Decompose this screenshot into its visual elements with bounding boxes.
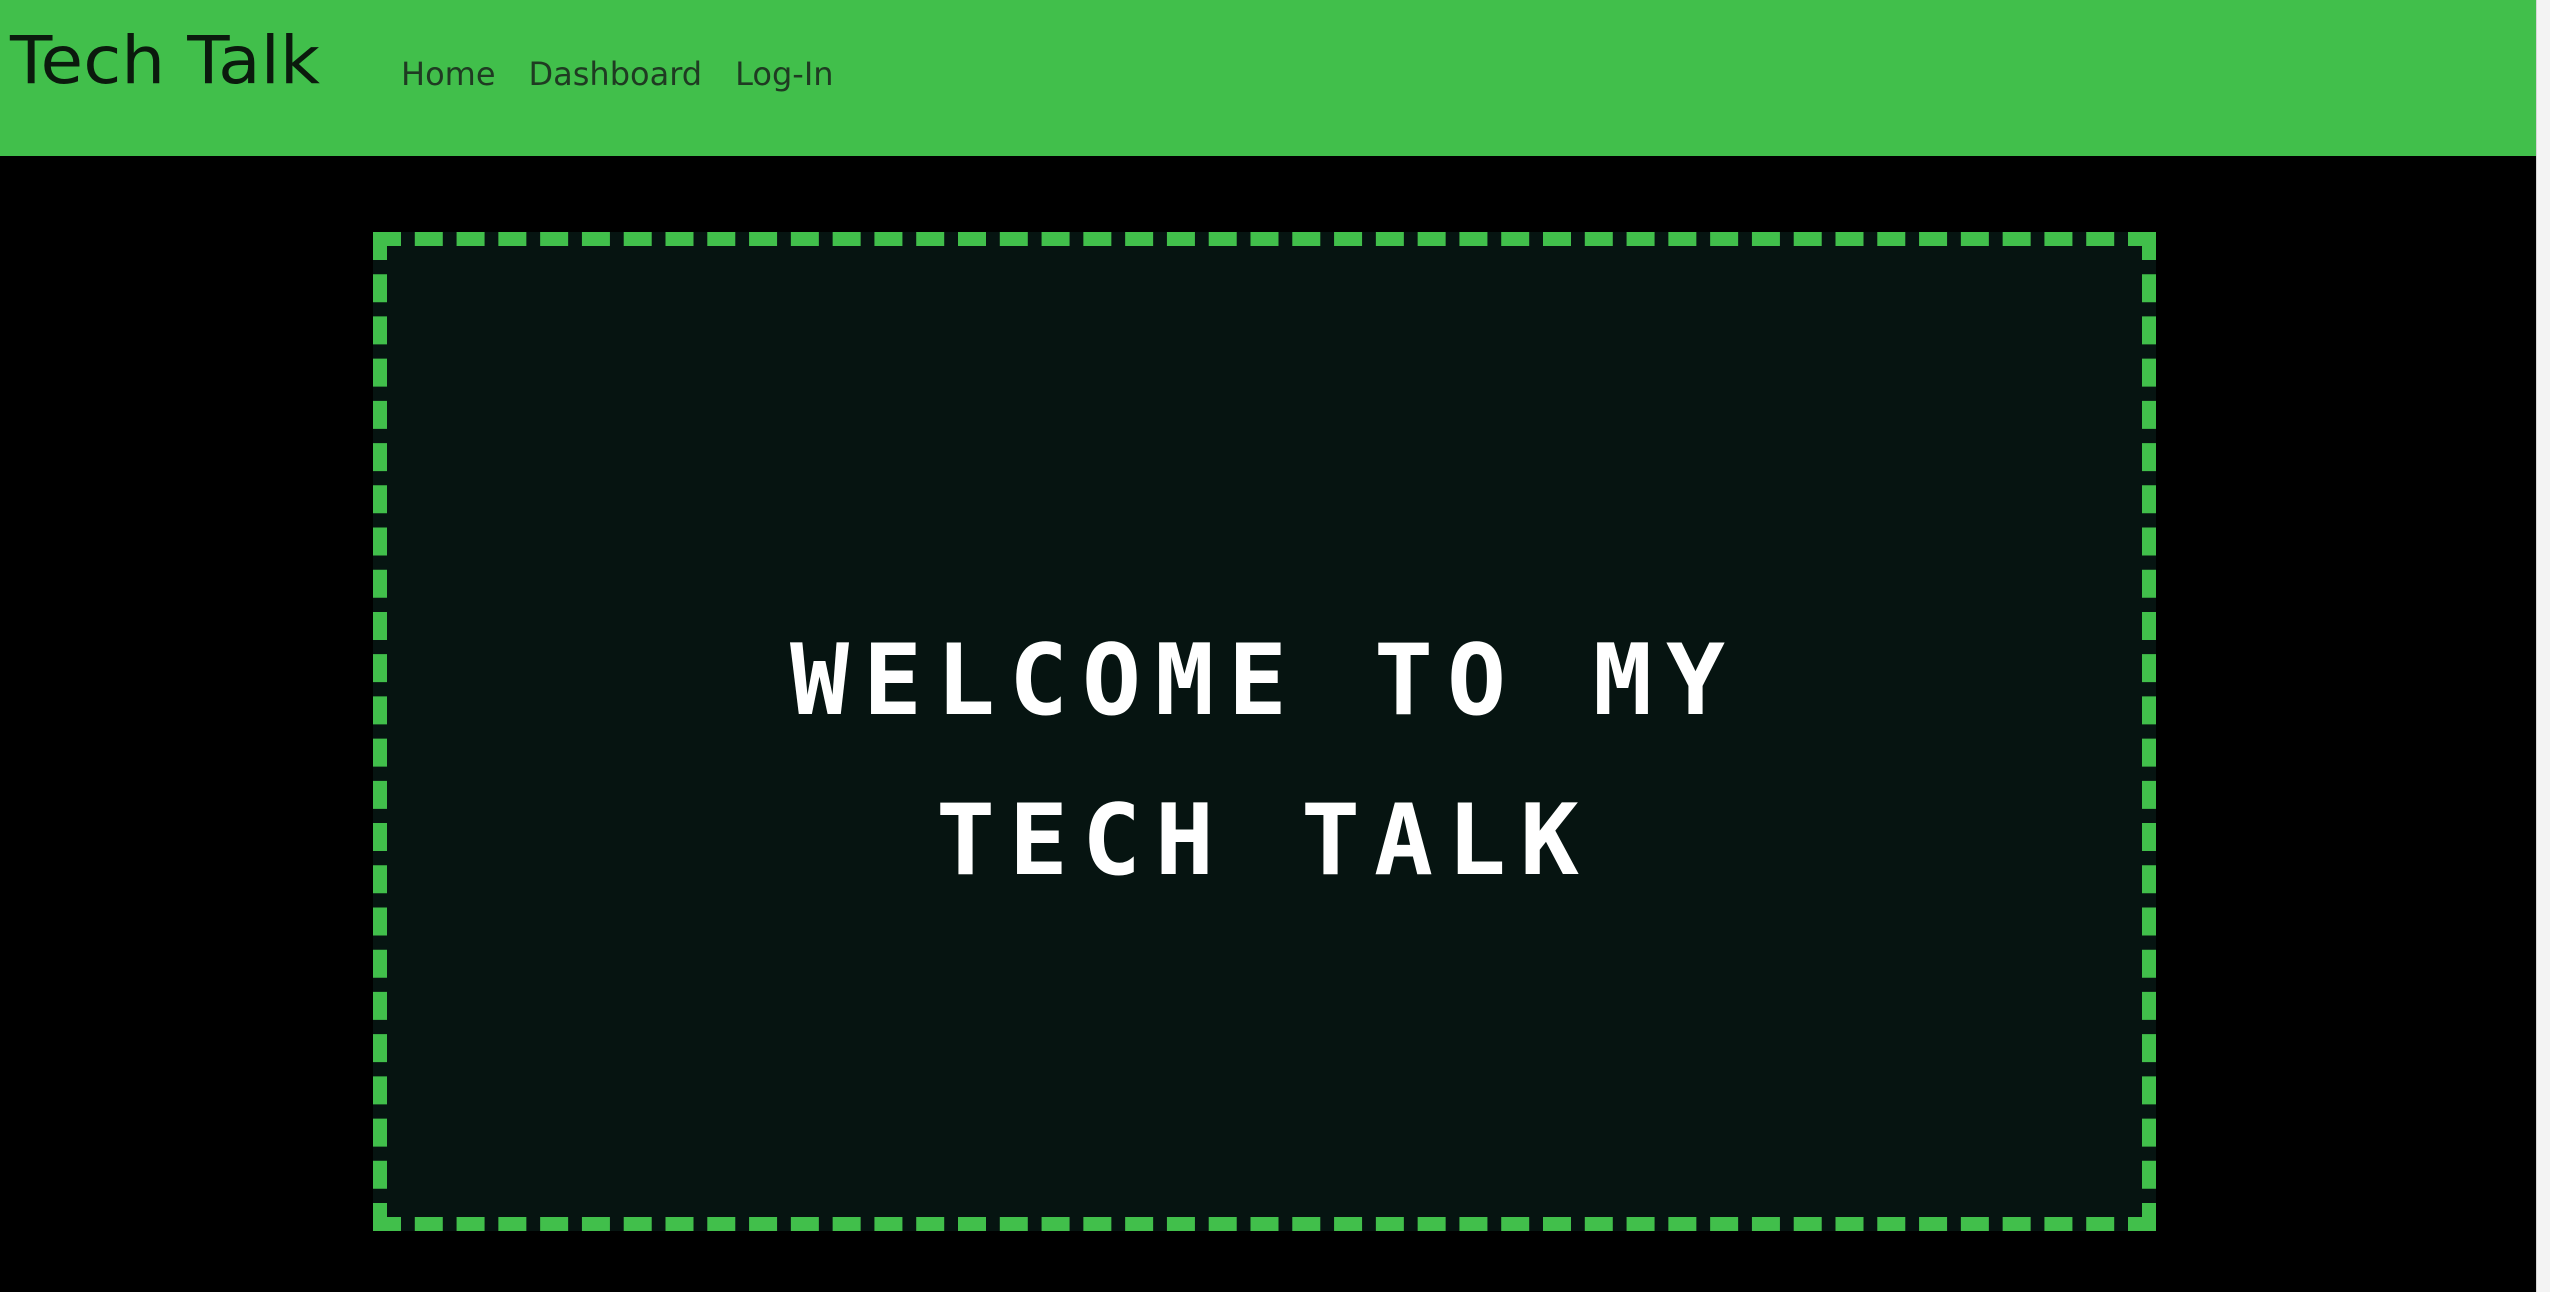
nav-link-login[interactable]: Log-In: [735, 54, 833, 94]
hero-title: WELCOME TO MY TECH TALK: [387, 601, 2142, 921]
vertical-scrollbar[interactable]: [2536, 0, 2550, 1292]
brand-logo-link[interactable]: Tech Talk: [10, 28, 320, 94]
nav-link-dashboard[interactable]: Dashboard: [529, 54, 703, 94]
hero-banner: WELCOME TO MY TECH TALK: [373, 232, 2156, 1231]
nav-link-home[interactable]: Home: [401, 54, 496, 94]
top-navbar: Tech Talk Home Dashboard Log-In: [0, 0, 2536, 156]
page: Tech Talk Home Dashboard Log-In WELCOME …: [0, 0, 2550, 1292]
hero-title-line-1: WELCOME TO MY: [789, 624, 1739, 738]
nav-links: Home Dashboard Log-In: [401, 54, 867, 94]
hero-title-line-2: TECH TALK: [935, 784, 1593, 898]
